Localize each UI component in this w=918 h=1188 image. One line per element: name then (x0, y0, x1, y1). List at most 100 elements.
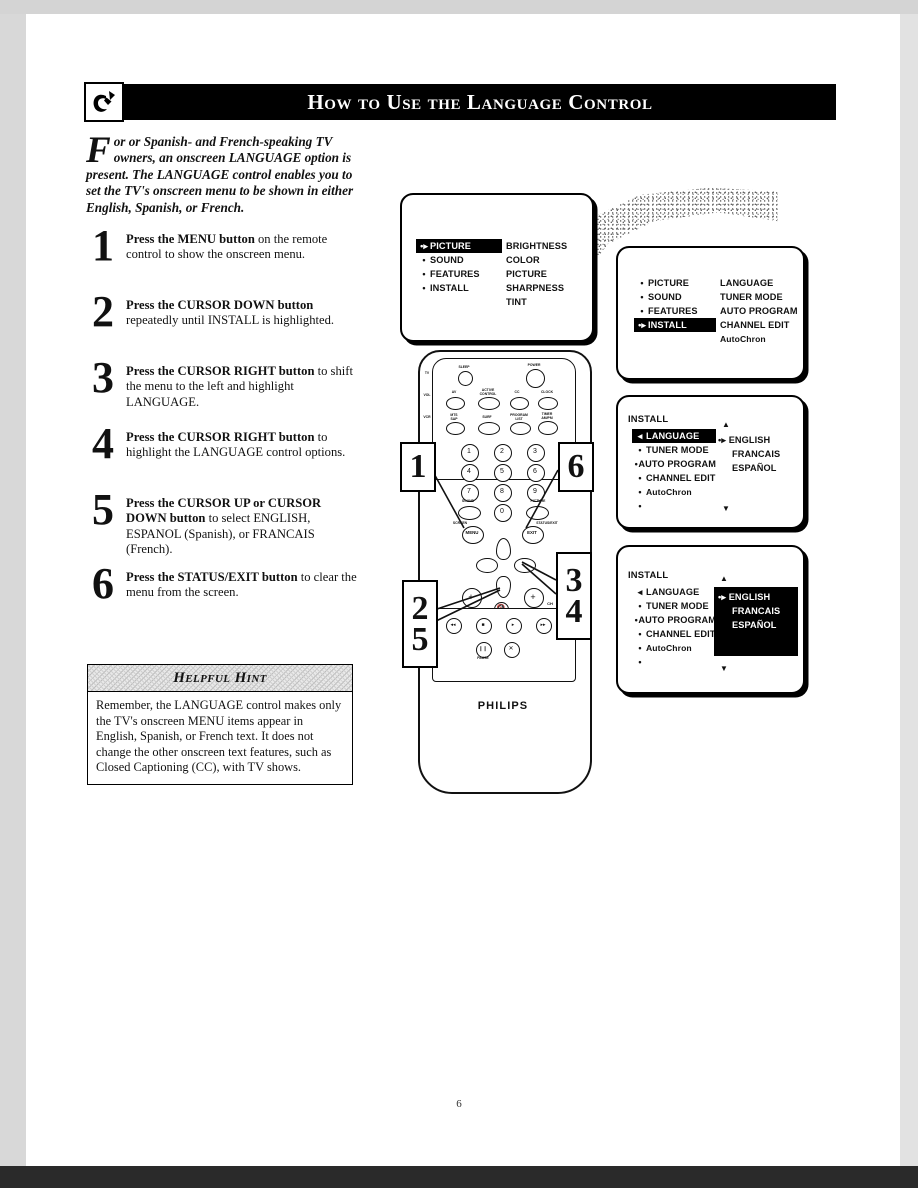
menu-label: PICTURE (430, 241, 472, 251)
clock-label: CLOCK (540, 390, 554, 394)
philips-brand-logo: PHILIPS (477, 700, 529, 712)
osd-menu-item[interactable]: • AutoChron (632, 641, 716, 655)
mts-sap-button[interactable] (446, 422, 465, 435)
osd-4-options-selected-box: •▸ ENGLISH FRANCAIS ESPAÑOL (714, 587, 798, 656)
menu-label: TUNER MODE (646, 445, 709, 455)
osd-menu-item[interactable]: • (632, 655, 716, 669)
illustration-area: •▸ PICTURE • SOUND • FEATURES • INSTALL BRIG… (380, 180, 830, 820)
osd-menu-item[interactable]: • FEATURES (634, 304, 716, 318)
picture-button[interactable] (526, 506, 549, 520)
timer-button[interactable] (538, 421, 558, 435)
menu-label: INSTALL (648, 320, 687, 330)
osd-menu-item[interactable]: • AUTO PROGRAM (632, 613, 716, 627)
osd-menu-item[interactable]: ◂ LANGUAGE (632, 585, 716, 599)
menu-label: LANGUAGE (646, 587, 700, 597)
osd-2-menu: • PICTURE • SOUND • FEATURES •▸ INSTALL (634, 276, 716, 332)
surf-label: SURF (482, 415, 492, 419)
surf-button[interactable] (478, 422, 500, 435)
keypad-label-1: 1 (467, 448, 471, 455)
program-list-button[interactable] (510, 422, 531, 435)
pause-icon: ❙❙ (478, 646, 488, 652)
osd-menu-item[interactable]: • SOUND (634, 290, 716, 304)
volume-up-label: + (468, 592, 474, 602)
osd-menu-item[interactable]: • AUTO PROGRAM (632, 457, 716, 471)
menu-bullet: • (638, 600, 642, 611)
av-button[interactable] (446, 397, 465, 410)
osd-menu-item[interactable]: ◂ LANGUAGE (632, 429, 716, 443)
step-lead: Press the CURSOR RIGHT button (126, 430, 315, 444)
osd-option[interactable]: LANGUAGE (720, 276, 798, 290)
scroll-down-arrow-icon: ▼ (720, 664, 728, 673)
menu-bullet: ◂ (637, 430, 643, 441)
cursor-left-button[interactable] (476, 558, 498, 573)
exit-sublabel: STATUS/EXIT (536, 521, 558, 525)
osd-option[interactable]: TUNER MODE (720, 290, 798, 304)
step-text: Press the CURSOR DOWN button repeatedly … (126, 298, 364, 329)
keypad-label-6: 6 (533, 468, 537, 475)
osd-menu-item[interactable]: •▸ INSTALL (634, 318, 716, 332)
step-number: 3 (92, 353, 114, 402)
keypad-label-5: 5 (500, 468, 504, 475)
callout-6: 6 (558, 442, 594, 492)
osd-menu-item[interactable]: • SOUND (416, 253, 502, 267)
menu-sublabel: SCREEN (452, 521, 468, 525)
osd-menu-item[interactable]: • TUNER MODE (632, 599, 716, 613)
osd-option[interactable]: CHANNEL EDIT (720, 318, 798, 332)
hand-pointer-icon (84, 82, 124, 122)
cursor-right-button[interactable] (514, 558, 536, 573)
osd-menu-item[interactable]: • (632, 499, 716, 513)
sound-button[interactable] (458, 506, 481, 520)
osd-menu-item[interactable]: •▸ PICTURE (416, 239, 502, 253)
menu-label: SOUND (648, 292, 682, 302)
menu-label: AutoChron (646, 487, 692, 497)
osd-menu-item[interactable]: • AutoChron (632, 485, 716, 499)
power-label: POWER (527, 363, 541, 367)
sleep-button[interactable] (458, 371, 473, 386)
osd-menu-item[interactable]: • INSTALL (416, 281, 502, 295)
callout-1: 1 (400, 442, 436, 492)
osd-3: INSTALL ◂ LANGUAGE • TUNER MODE • AUTO PROG… (618, 397, 803, 527)
active-control-button[interactable] (478, 397, 500, 410)
cursor-up-button[interactable] (496, 538, 511, 560)
step-number: 6 (92, 558, 114, 608)
osd-option[interactable]: TINT (506, 295, 567, 309)
osd-option[interactable]: BRIGHTNESS (506, 239, 567, 253)
osd-option[interactable]: •▸ ENGLISH (718, 433, 780, 447)
menu-bullet: • (640, 305, 644, 316)
menu-label: FEATURES (648, 306, 698, 316)
menu-label: FEATURES (430, 269, 480, 279)
menu-bullet: • (638, 656, 642, 667)
osd-option[interactable]: FRANCAIS (718, 447, 780, 461)
osd-option[interactable]: FRANCAIS (718, 604, 792, 618)
menu-button[interactable] (462, 526, 484, 544)
osd-option[interactable]: ESPAÑOL (718, 618, 792, 632)
power-button[interactable] (526, 369, 545, 388)
scan-edge-right (900, 0, 918, 1188)
osd-menu-item[interactable]: • TUNER MODE (632, 443, 716, 457)
osd-option[interactable]: •▸ ENGLISH (718, 590, 792, 604)
page-number: 6 (456, 1098, 462, 1110)
osd-option[interactable]: AutoChron (720, 332, 798, 346)
osd-option[interactable]: ESPAÑOL (718, 461, 780, 475)
osd-option[interactable]: COLOR (506, 253, 567, 267)
osd-option[interactable]: SHARPNESS (506, 281, 567, 295)
clock-button[interactable] (538, 397, 558, 410)
osd-option[interactable]: PICTURE (506, 267, 567, 281)
osd-menu-item[interactable]: • CHANNEL EDIT (632, 471, 716, 485)
exit-button[interactable] (522, 526, 544, 544)
callout-number: 6 (567, 448, 585, 486)
osd-menu-item[interactable]: • CHANNEL EDIT (632, 627, 716, 641)
menu-bullet: • (422, 268, 426, 279)
osd-menu-item[interactable]: • FEATURES (416, 267, 502, 281)
osd-3-menu: ◂ LANGUAGE • TUNER MODE • AUTO PROGRAM • CHA… (632, 429, 716, 513)
menu-label: CHANNEL EDIT (646, 473, 716, 483)
menu-bullet: • (638, 642, 642, 653)
tv-screen-2: • PICTURE • SOUND • FEATURES •▸ INSTALL LANG… (616, 246, 805, 380)
osd-option[interactable]: AUTO PROGRAM (720, 304, 798, 318)
osd-menu-item[interactable]: • PICTURE (634, 276, 716, 290)
cc-button[interactable] (510, 397, 529, 410)
step-item: 6 Press the STATUS/EXIT button to clear … (86, 561, 364, 624)
tv-screen-4: INSTALL ◂ LANGUAGE • TUNER MODE • AUTO PROG… (616, 545, 805, 694)
step-text: Press the CURSOR RIGHT button to highlig… (126, 430, 364, 461)
intro-dropcap: F (86, 130, 111, 171)
